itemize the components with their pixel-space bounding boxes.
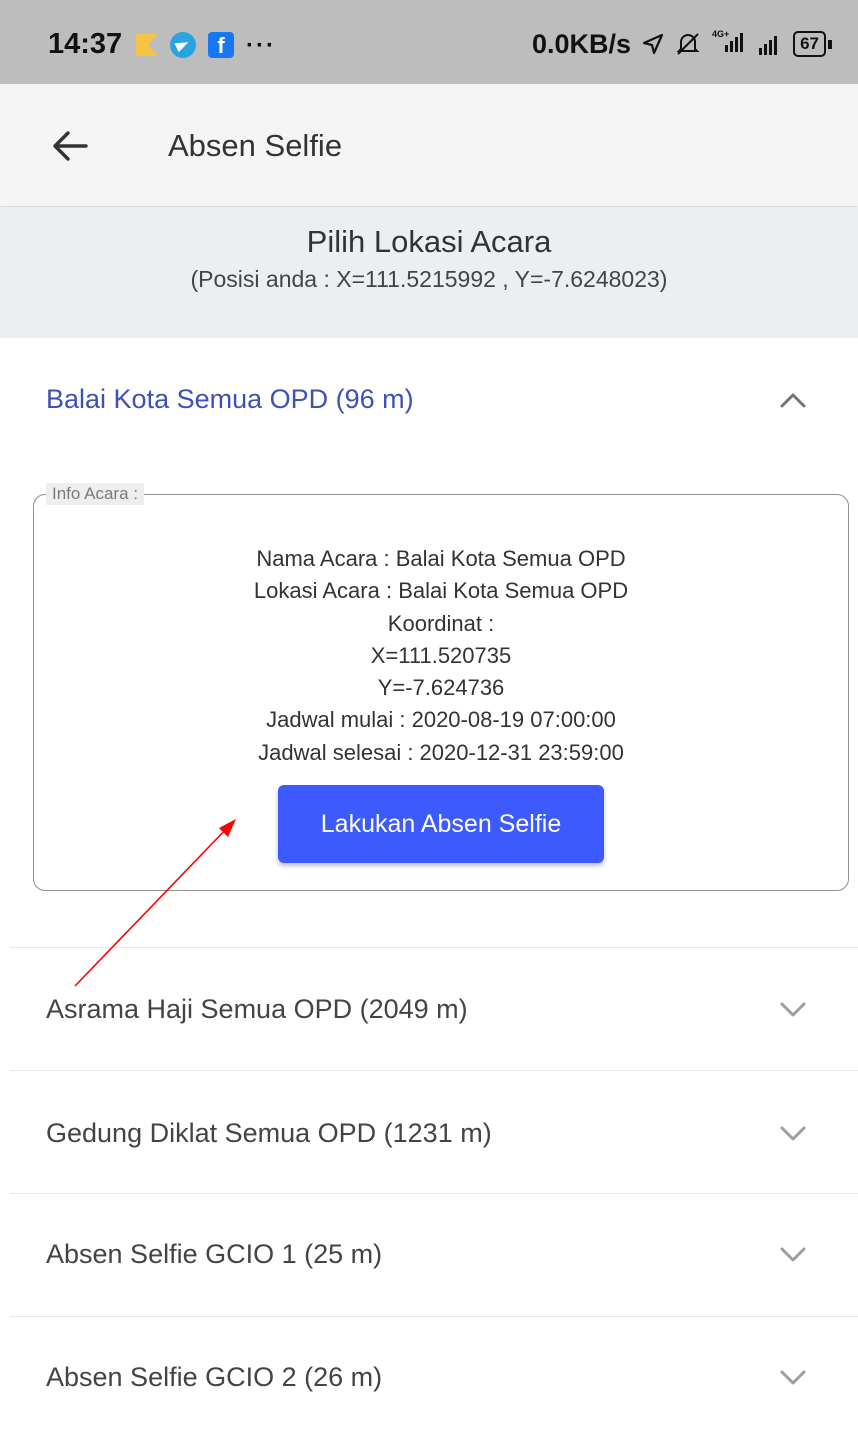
event-name: Nama Acara : Balai Kota Semua OPD [256,546,626,571]
signal-4g-icon: 4G+ [711,28,747,60]
location-icon [642,33,664,55]
app-bar: Absen Selfie [0,84,858,206]
chevron-down-icon [780,1002,806,1017]
accordion-label: Asrama Haji Semua OPD (2049 m) [46,994,468,1024]
arrow-left-icon[interactable] [50,126,90,166]
status-bar: 14:37 f ··· 0.0KB/s 4G+ 67 [0,0,858,84]
battery-icon: 67 [793,31,832,57]
signal-icon [759,36,778,55]
chevron-down-icon [780,1126,806,1141]
network-speed: 0.0KB/s [532,28,632,59]
info-legend: Info Acara : [46,483,144,505]
event-location: Lokasi Acara : Balai Kota Semua OPD [253,578,629,604]
location-title: Pilih Lokasi Acara [306,224,552,259]
accordion-item-gedung-diklat[interactable]: Gedung Diklat Semua OPD (1231 m) [0,1071,858,1193]
chevron-down-icon [780,1247,806,1262]
more-icon: ··· [246,32,276,59]
chevron-down-icon [780,1370,806,1385]
battery-level: 67 [793,31,826,57]
schedule-end: Jadwal selesai : 2020-12-31 23:59:00 [258,739,624,765]
flag-icon [136,34,158,56]
mute-icon [676,33,700,55]
chevron-up-icon [780,393,806,408]
location-header: Pilih Lokasi Acara (Posisi anda : X=111.… [0,207,858,338]
status-time: 14:37 [48,28,123,60]
accordion-item-asrama-haji[interactable]: Asrama Haji Semua OPD (2049 m) [0,948,858,1070]
coordinate-x: X=111.520735 [370,642,512,668]
signal-4g-label: 4G+ [712,29,729,39]
accordion-label: Absen Selfie GCIO 1 (25 m) [46,1239,383,1269]
accordion-label: Balai Kota Semua OPD (96 m) [46,384,414,414]
current-position: (Posisi anda : X=111.5215992 , Y=-7.6248… [190,266,668,292]
accordion-item-balai-kota[interactable]: Balai Kota Semua OPD (96 m) [0,338,858,458]
accordion-item-gcio-2[interactable]: Absen Selfie GCIO 2 (26 m) [0,1317,858,1432]
schedule-start: Jadwal mulai : 2020-08-19 07:00:00 [266,707,616,733]
coordinates-label: Koordinat : [387,610,495,636]
accordion-item-gcio-1[interactable]: Absen Selfie GCIO 1 (25 m) [0,1194,858,1316]
absen-selfie-button[interactable]: Lakukan Absen Selfie [278,785,604,863]
accordion-label: Absen Selfie GCIO 2 (26 m) [46,1362,383,1392]
coordinate-y: Y=-7.624736 [377,675,505,701]
page-title: Absen Selfie [168,128,343,163]
event-info-lines: Nama Acara : Balai Kota Semua OPD Lokasi… [34,543,848,769]
telegram-icon [170,32,196,58]
status-right: 0.0KB/s 4G+ 67 [532,28,832,60]
notification-icons: f ··· [136,31,276,59]
event-info-panel: Info Acara : Nama Acara : Balai Kota Sem… [33,483,849,891]
facebook-icon: f [208,32,234,58]
accordion-label: Gedung Diklat Semua OPD (1231 m) [46,1118,492,1148]
